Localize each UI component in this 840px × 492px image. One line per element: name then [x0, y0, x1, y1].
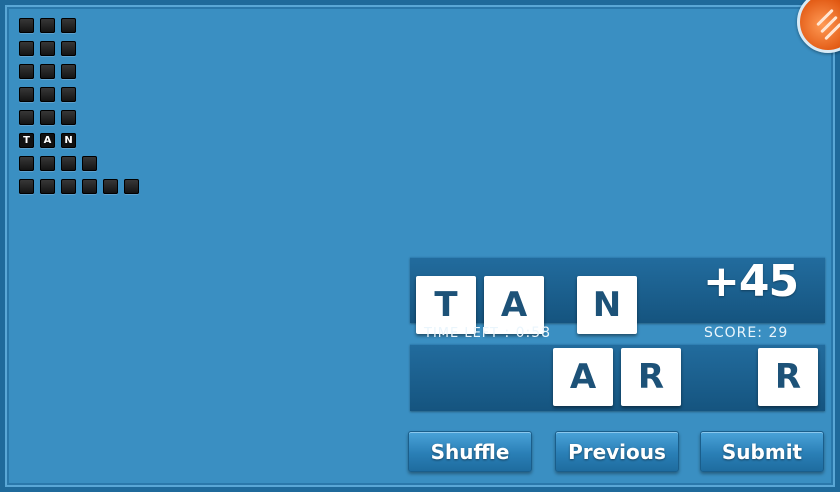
- score-label: SCORE:: [704, 325, 763, 341]
- word-grid-cell: [82, 156, 97, 171]
- word-grid-cell: [61, 156, 76, 171]
- word-grid-cell-solved: N: [61, 133, 76, 148]
- game-board: TAN T A N +45 Time Left : 0:58 SCORE: 29…: [0, 0, 840, 492]
- word-grid-cell: [19, 156, 34, 171]
- word-grid-cell: [40, 18, 55, 33]
- word-grid-cell: [61, 18, 76, 33]
- word-grid-cell: [19, 179, 34, 194]
- word-grid-cell: [19, 64, 34, 79]
- word-grid-cell: [19, 110, 34, 125]
- word-grid-row: [19, 41, 145, 56]
- letter-tile[interactable]: R: [758, 348, 818, 406]
- time-left-label: Time Left: [424, 326, 499, 341]
- shuffle-button[interactable]: Shuffle: [408, 431, 532, 472]
- word-grid-row: [19, 110, 145, 125]
- word-grid-cell: [40, 87, 55, 102]
- word-grid-cell: [40, 64, 55, 79]
- word-grid-row: [19, 64, 145, 79]
- word-grid-cell-solved: T: [19, 133, 34, 148]
- word-grid-cell: [124, 179, 139, 194]
- word-grid-cell: [40, 156, 55, 171]
- word-grid-row: TAN: [19, 133, 145, 148]
- time-left: Time Left : 0:58: [424, 325, 551, 341]
- word-grid-row: [19, 179, 145, 194]
- word-grid-cell: [61, 110, 76, 125]
- word-grid: TAN: [19, 18, 145, 202]
- menu-stripes-icon[interactable]: [797, 0, 840, 53]
- word-grid-cell: [103, 179, 118, 194]
- word-grid-cell: [40, 41, 55, 56]
- letter-tile[interactable]: A: [553, 348, 613, 406]
- word-grid-cell: [40, 110, 55, 125]
- word-grid-cell: [61, 179, 76, 194]
- time-left-separator: :: [504, 325, 511, 341]
- word-grid-cell: [61, 87, 76, 102]
- time-left-value: 0:58: [515, 325, 552, 341]
- letter-tile[interactable]: R: [621, 348, 681, 406]
- submit-button[interactable]: Submit: [700, 431, 824, 472]
- word-grid-row: [19, 87, 145, 102]
- word-grid-cell: [19, 41, 34, 56]
- points-popup: +45: [703, 256, 799, 307]
- current-word-tile[interactable]: N: [577, 276, 637, 334]
- score-value: 29: [768, 325, 789, 341]
- word-grid-cell: [61, 41, 76, 56]
- word-grid-cell: [19, 18, 34, 33]
- word-grid-cell-solved: A: [40, 133, 55, 148]
- word-grid-row: [19, 18, 145, 33]
- word-grid-cell: [40, 179, 55, 194]
- previous-button[interactable]: Previous: [555, 431, 679, 472]
- word-grid-cell: [82, 179, 97, 194]
- score: SCORE: 29: [704, 325, 788, 341]
- word-grid-cell: [19, 87, 34, 102]
- word-grid-cell: [61, 64, 76, 79]
- word-grid-row: [19, 156, 145, 171]
